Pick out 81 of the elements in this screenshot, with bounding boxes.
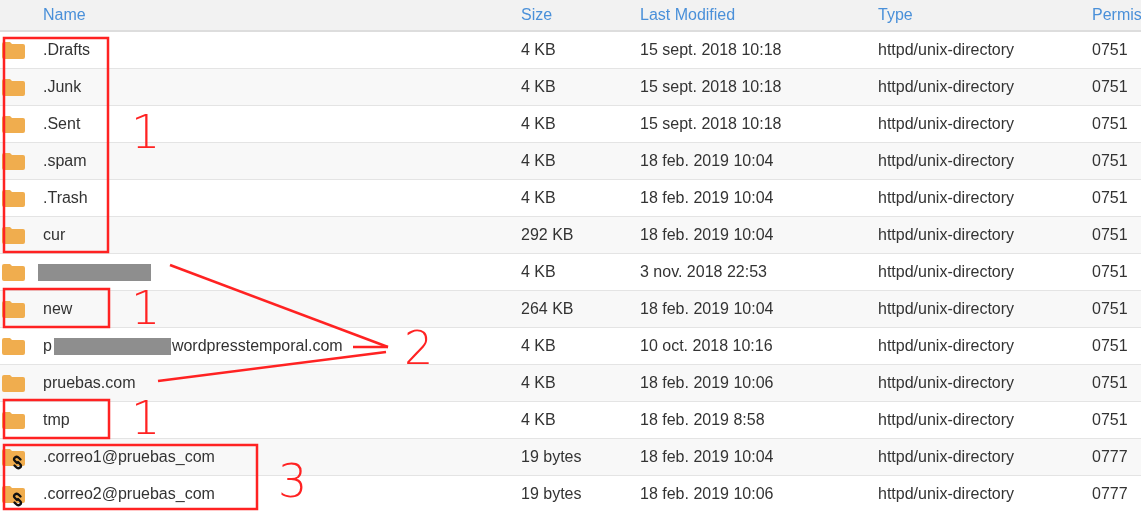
folder-icon [2,226,25,244]
permissions-cell: 0751 [1092,337,1128,355]
file-name[interactable]: .Sent [43,115,81,133]
permissions-cell: 0751 [1092,226,1128,244]
folder-icon [2,189,25,207]
type-cell-text: httpd/unix-directory [878,263,1016,281]
type-cell-text: httpd/unix-directory [878,411,1016,429]
file-name[interactable]: tmp [43,411,70,429]
file-name[interactable]: .Trash [43,189,88,207]
folder-icon [2,411,25,429]
size-cell-text: 19 bytes [521,485,583,503]
date-cell-text: 18 feb. 2019 8:58 [640,411,766,429]
type-cell-text: httpd/unix-directory [878,152,1016,170]
date-cell-text: 18 feb. 2019 10:04 [640,300,775,318]
annotation-number: 1 [131,281,161,335]
date-cell-text: 15 sept. 2018 10:18 [640,41,783,59]
permissions-cell: 0751 [1092,374,1128,392]
size-cell-text: 4 KB [521,189,557,207]
permissions-cell: 0751 [1092,78,1128,96]
date-cell-text: 18 feb. 2019 10:06 [640,374,775,392]
size-cell-text: 4 KB [521,337,557,355]
size-cell-text: 4 KB [521,41,557,59]
file-name[interactable]: .Junk [43,78,82,96]
type-cell-text: httpd/unix-directory [878,226,1016,244]
file-name[interactable]: wordpresstemporal.com [171,337,343,355]
annotation-number: 1 [131,105,161,159]
size-cell-text: 4 KB [521,115,557,133]
date-cell-text: 18 feb. 2019 10:04 [640,448,775,466]
type-cell-text: httpd/unix-directory [878,78,1016,96]
date-cell-text: 18 feb. 2019 10:04 [640,152,775,170]
permissions-cell: 0751 [1092,41,1128,59]
permissions-cell: 0751 [1092,300,1128,318]
file-name[interactable]: .spam [43,152,87,170]
file-name[interactable]: .correo2@pruebas_com [43,485,215,503]
permissions-cell: 0751 [1092,152,1128,170]
folder-icon [2,41,25,59]
annotation-number: 1 [131,391,161,445]
folder-icon [2,300,25,318]
permissions-cell: 0751 [1092,263,1128,281]
date-cell-text: 18 feb. 2019 10:04 [640,226,775,244]
type-cell-text: httpd/unix-directory [878,485,1016,503]
file-name[interactable]: .Drafts [43,41,91,59]
file-name[interactable]: .correo1@pruebas_com [43,448,215,466]
file-name[interactable]: p [43,337,52,355]
size-cell-text: 4 KB [521,78,557,96]
annotation-number: 3 [278,454,308,508]
folder-icon [2,337,25,355]
permissions-cell: 0777 [1092,448,1128,466]
type-cell-text: httpd/unix-directory [878,374,1016,392]
size-cell-text: 4 KB [521,263,557,281]
size-cell-text: 4 KB [521,152,557,170]
size-cell-text: 4 KB [521,374,557,392]
size-cell-text: 4 KB [521,411,557,429]
date-cell-text: 15 sept. 2018 10:18 [640,115,783,133]
folder-icon [2,152,25,170]
type-cell-text: httpd/unix-directory [878,448,1016,466]
folder-icon [2,78,25,96]
type-cell-text: httpd/unix-directory [878,337,1016,355]
date-cell-text: 10 oct. 2018 10:16 [640,337,774,355]
type-cell-text: httpd/unix-directory [878,41,1016,59]
folder-icon [2,263,25,281]
permissions-cell: 0751 [1092,411,1128,429]
file-name[interactable]: new [43,300,73,318]
permissions-cell: 0751 [1092,115,1128,133]
date-cell-text: 3 nov. 2018 22:53 [640,263,768,281]
file-name[interactable]: cur [43,226,66,244]
size-cell-text: 19 bytes [521,448,583,466]
permissions-cell: 0777 [1092,485,1128,503]
type-cell-text: httpd/unix-directory [878,115,1016,133]
type-cell-text: httpd/unix-directory [878,300,1016,318]
date-cell-text: 15 sept. 2018 10:18 [640,78,783,96]
type-cell-text: httpd/unix-directory [878,189,1016,207]
folder-icon [2,115,25,133]
annotation-number: 2 [404,321,434,375]
date-cell-text: 18 feb. 2019 10:04 [640,189,775,207]
permissions-cell: 0751 [1092,189,1128,207]
size-cell-text: 264 KB [521,300,575,318]
date-cell-text: 18 feb. 2019 10:06 [640,485,775,503]
folder-icon [2,374,25,392]
file-name[interactable]: pruebas.com [43,374,136,392]
size-cell-text: 292 KB [521,226,575,244]
